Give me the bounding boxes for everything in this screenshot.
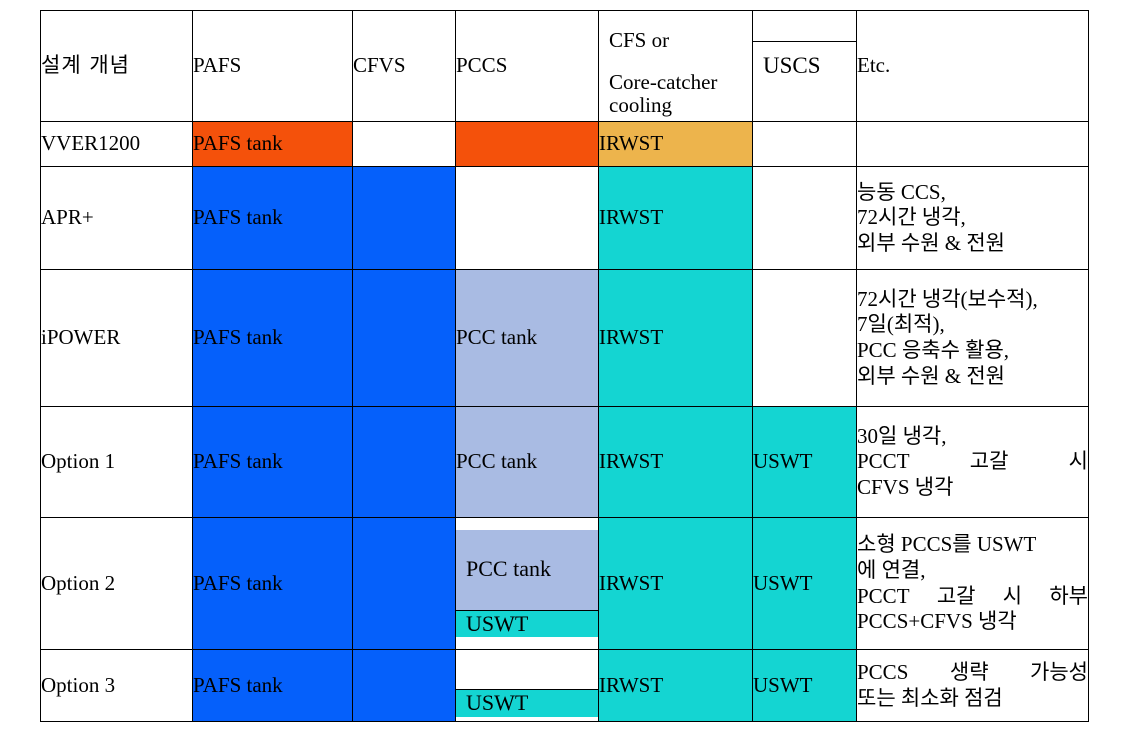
cell-vver1200-uscs	[752, 121, 857, 167]
row-label-apr-plus: APR+	[40, 166, 193, 270]
cell-opt2-uscs: USWT	[752, 517, 857, 650]
cell-opt3-pccs-top	[456, 654, 598, 691]
cell-ipower-pccs: PCC tank	[455, 269, 599, 407]
cell-opt2-pccs: PCC tank USWT	[455, 517, 599, 650]
cell-opt2-pccs-bottom: USWT	[456, 610, 598, 638]
cell-opt1-pafs: PAFS tank	[192, 406, 353, 518]
cell-opt1-etc: 30일 냉각, PCCT 고갈 시 CFVS 냉각	[856, 406, 1089, 518]
table-header: 설계 개념 PAFS CFVS PCCS CFS or Core-catcher…	[40, 10, 1089, 122]
note-token: 하부	[1049, 583, 1088, 608]
cell-apr-pccs	[455, 166, 599, 270]
cell-vver1200-cfs: IRWST	[598, 121, 753, 167]
note-line-justified: PCCT 고갈 시 하부	[857, 584, 1088, 610]
cell-vver1200-cfvs	[352, 121, 456, 167]
note-line: 소형 PCCS를 USWT	[857, 532, 1037, 557]
cell-ipower-etc: 72시간 냉각(보수적), 7일(최적), PCC 응축수 활용, 외부 수원 …	[856, 269, 1089, 407]
cell-vver1200-etc	[856, 121, 1089, 167]
cell-opt2-cfvs	[352, 517, 456, 650]
header-row: 설계 개념 PAFS CFVS PCCS CFS or Core-catcher…	[40, 10, 1089, 122]
table-row: Option 3 PAFS tank USWT IRWST USWT PCCS …	[40, 649, 1089, 722]
note-line: 72시간 냉각(보수적),	[857, 286, 1038, 311]
row-label-option-2: Option 2	[40, 517, 193, 650]
table-row: VVER1200 PAFS tank IRWST	[40, 121, 1089, 167]
note-token: PCCT	[857, 449, 910, 474]
cell-opt3-pccs: USWT	[455, 649, 599, 722]
note-line: 또는 최소화 점검	[857, 685, 1003, 710]
column-header-cfvs: CFVS	[352, 10, 456, 122]
column-header-pccs: PCCS	[455, 10, 599, 122]
column-header-cfs-line2: Core-catcher cooling	[609, 70, 718, 117]
note-line: 외부 수원 & 전원	[857, 363, 1006, 388]
note-token: 고갈	[969, 449, 1009, 474]
cell-opt1-cfvs	[352, 406, 456, 518]
cell-opt3-pafs: PAFS tank	[192, 649, 353, 722]
note-line: PCCS+CFVS 냉각	[857, 609, 1017, 634]
column-header-etc: Etc.	[856, 10, 1089, 122]
note-line: 30일 냉각,	[857, 423, 947, 448]
table-sheet: 설계 개념 PAFS CFVS PCCS CFS or Core-catcher…	[0, 0, 1131, 734]
cell-opt2-pccs-top: PCC tank	[456, 529, 598, 611]
cell-opt2-etc: 소형 PCCS를 USWT 에 연결, PCCT 고갈 시 하부 PCCS+CF…	[856, 517, 1089, 650]
column-header-pafs: PAFS	[192, 10, 353, 122]
note-line: 7일(최적),	[857, 312, 945, 337]
note-line: 능동 CCS,	[857, 179, 946, 204]
row-label-ipower: iPOWER	[40, 269, 193, 407]
cell-ipower-uscs	[752, 269, 857, 407]
cell-apr-uscs	[752, 166, 857, 270]
cell-opt3-uscs: USWT	[752, 649, 857, 722]
note-line: 72시간 냉각,	[857, 205, 966, 230]
table-row: Option 2 PAFS tank PCC tank USWT IRWST U…	[40, 517, 1089, 650]
note-token: 고갈	[936, 583, 976, 608]
table-body: VVER1200 PAFS tank IRWST APR+ PAFS tank …	[40, 121, 1089, 722]
cell-apr-cfs: IRWST	[598, 166, 753, 270]
cell-vver1200-pafs: PAFS tank	[192, 121, 353, 167]
cell-opt1-pccs: PCC tank	[455, 406, 599, 518]
cell-apr-etc: 능동 CCS, 72시간 냉각, 외부 수원 & 전원	[856, 166, 1089, 270]
cell-opt3-cfvs	[352, 649, 456, 722]
note-token: 생략	[949, 659, 989, 684]
note-line: PCC 응축수 활용,	[857, 338, 1010, 362]
note-line: 외부 수원 & 전원	[857, 230, 1006, 255]
table-row: iPOWER PAFS tank PCC tank IRWST 72시간 냉각(…	[40, 269, 1089, 407]
note-token: 시	[1068, 449, 1088, 474]
cell-opt2-pafs: PAFS tank	[192, 517, 353, 650]
note-line: 에 연결,	[857, 557, 926, 582]
cell-opt3-pccs-bottom: USWT	[456, 690, 598, 717]
note-token: 시	[1002, 583, 1023, 608]
note-token: PCCS	[857, 659, 909, 684]
cell-ipower-cfs: IRWST	[598, 269, 753, 407]
cell-opt1-cfs: IRWST	[598, 406, 753, 518]
table-row: Option 1 PAFS tank PCC tank IRWST USWT 3…	[40, 406, 1089, 518]
column-header-uscs-label: USCS	[763, 53, 821, 79]
note-token: PCCT	[857, 583, 910, 608]
column-header-uscs: USCS	[752, 10, 857, 122]
cell-vver1200-pccs	[455, 121, 599, 167]
row-label-option-1: Option 1	[40, 406, 193, 518]
design-concept-comparison-table: 설계 개념 PAFS CFVS PCCS CFS or Core-catcher…	[40, 10, 1089, 722]
row-label-option-3: Option 3	[40, 649, 193, 722]
column-header-concept: 설계 개념	[40, 10, 193, 122]
cell-apr-pafs: PAFS tank	[192, 166, 353, 270]
table-row: APR+ PAFS tank IRWST 능동 CCS, 72시간 냉각, 외부…	[40, 166, 1089, 270]
cell-apr-cfvs	[352, 166, 456, 270]
cell-opt3-etc: PCCS 생략 가능성 또는 최소화 점검	[856, 649, 1089, 722]
note-line-justified: PCCT 고갈 시	[857, 449, 1088, 475]
column-header-cfs: CFS or Core-catcher cooling	[598, 10, 753, 122]
cell-ipower-pafs: PAFS tank	[192, 269, 353, 407]
cell-opt3-cfs: IRWST	[598, 649, 753, 722]
cell-ipower-cfvs	[352, 269, 456, 407]
column-header-cfs-line1: CFS or	[609, 28, 670, 53]
note-line-justified: PCCS 생략 가능성	[857, 660, 1088, 686]
cell-opt2-cfs: IRWST	[598, 517, 753, 650]
cell-opt1-uscs: USWT	[752, 406, 857, 518]
note-line: CFVS 냉각	[857, 474, 954, 499]
note-token: 가능성	[1030, 659, 1088, 684]
row-label-vver1200: VVER1200	[40, 121, 193, 167]
